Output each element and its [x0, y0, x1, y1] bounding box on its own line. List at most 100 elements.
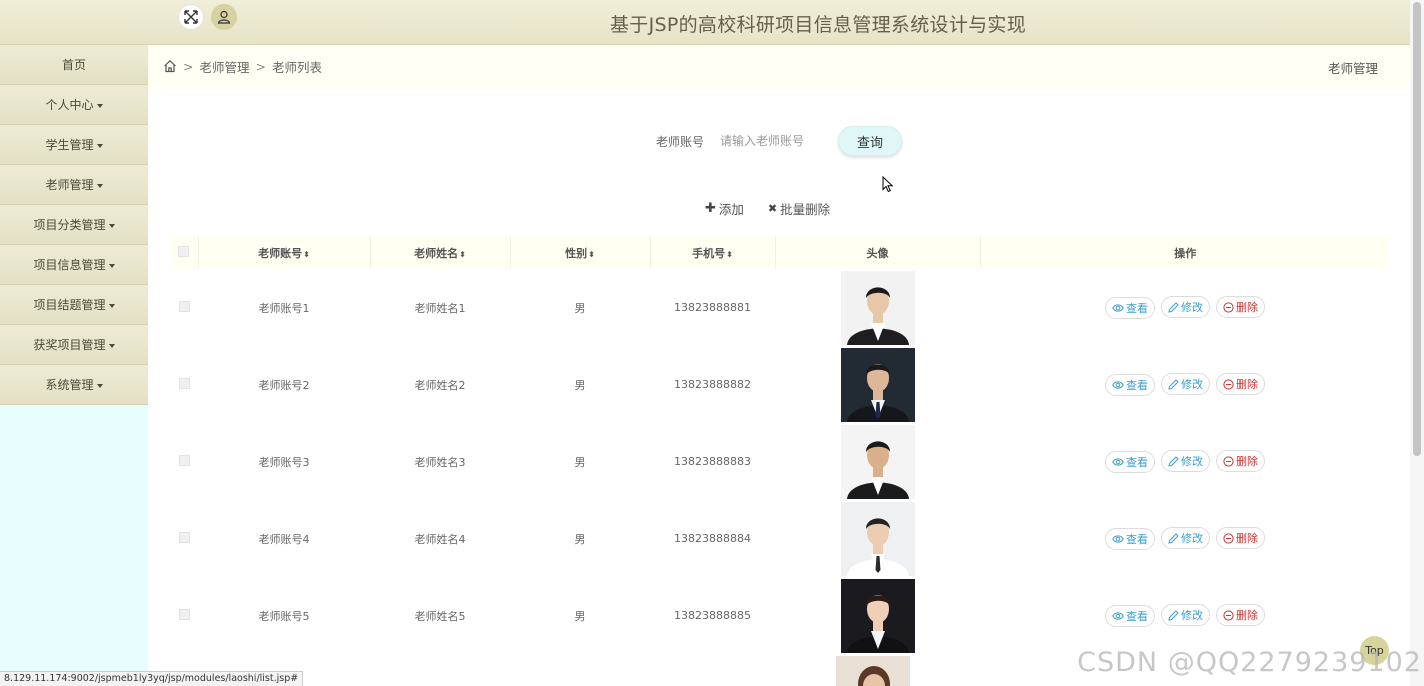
- sort-icon[interactable]: ⬍: [459, 250, 466, 259]
- sidebar-item-home[interactable]: 首页: [0, 45, 148, 85]
- batch-delete-label: 批量删除: [780, 202, 831, 217]
- add-button[interactable]: ✚ 添加: [705, 199, 744, 218]
- sidebar-item-teacher-management[interactable]: 老师管理: [0, 165, 148, 205]
- back-to-top-button[interactable]: Top: [1360, 636, 1389, 665]
- cell-account: 老师账号2: [258, 378, 310, 392]
- avatar: [840, 270, 915, 345]
- cell-name: 老师姓名4: [414, 532, 466, 546]
- caret-down-icon: [96, 183, 103, 188]
- column-header-label: 性别: [565, 246, 588, 260]
- edit-button[interactable]: 修改: [1161, 527, 1210, 550]
- eye-icon: [1112, 535, 1124, 543]
- column-header-gender[interactable]: 性别⬍: [510, 236, 651, 269]
- batch-delete-button[interactable]: ✖ 批量删除: [768, 199, 830, 218]
- eye-icon: [1112, 381, 1124, 389]
- edit-button[interactable]: 修改: [1161, 604, 1210, 627]
- caret-down-icon: [108, 303, 115, 308]
- sidebar-item-project-info[interactable]: 项目信息管理: [0, 245, 148, 285]
- edit-label: 修改: [1181, 455, 1203, 469]
- select-all-header[interactable]: [170, 236, 199, 269]
- row-select-cell[interactable]: [170, 577, 198, 654]
- caret-down-icon: [96, 103, 103, 108]
- delete-button[interactable]: 删除: [1216, 450, 1265, 473]
- sidebar-item-student-management[interactable]: 学生管理: [0, 125, 148, 165]
- select-all-checkbox[interactable]: [178, 245, 190, 257]
- pencil-icon: [1168, 379, 1179, 390]
- view-button[interactable]: 查看: [1105, 604, 1155, 627]
- pencil-icon: [1168, 456, 1179, 467]
- plus-icon: ✚: [705, 201, 716, 216]
- scrollbar-thumb[interactable]: [1413, 2, 1421, 456]
- view-button[interactable]: 查看: [1105, 450, 1155, 473]
- table-row: 老师账号5 老师姓名5 男 13823888885 查看 修改 删除: [170, 577, 1390, 654]
- breadcrumb-level2: 老师列表: [271, 59, 322, 75]
- table-header-row: 老师账号⬍ 老师姓名⬍ 性别⬍ 手机号⬍ 头像 操作: [170, 236, 1390, 269]
- cell-phone: 13823888884: [674, 532, 751, 545]
- action-bar: ✚ 添加 ✖ 批量删除: [705, 199, 830, 218]
- row-select-cell[interactable]: [170, 269, 198, 346]
- breadcrumb-level1[interactable]: 老师管理: [199, 57, 249, 76]
- teacher-table: 老师账号⬍ 老师姓名⬍ 性别⬍ 手机号⬍ 头像 操作 老师账号1 老师姓名1 男 13…: [170, 236, 1390, 654]
- sidebar-item-system-management[interactable]: 系统管理: [0, 365, 148, 405]
- cell-gender: 男: [574, 378, 586, 392]
- cell-gender: 男: [574, 609, 586, 623]
- sidebar-item-label: 项目分类管理: [33, 218, 106, 232]
- sidebar-item-label: 获奖项目管理: [33, 338, 106, 352]
- view-button[interactable]: 查看: [1105, 373, 1155, 396]
- edit-button[interactable]: 修改: [1161, 296, 1210, 319]
- fullscreen-button[interactable]: [178, 4, 204, 30]
- teacher-account-search-input[interactable]: [720, 126, 836, 156]
- sort-icon[interactable]: ⬍: [588, 250, 595, 259]
- row-checkbox[interactable]: [178, 454, 190, 466]
- delete-button[interactable]: 删除: [1216, 527, 1265, 550]
- home-icon[interactable]: [163, 59, 177, 73]
- column-header-phone[interactable]: 手机号⬍: [650, 236, 776, 269]
- cell-ops: 查看 修改 删除: [980, 346, 1390, 423]
- sidebar: 首页 个人中心 学生管理 老师管理 项目分类管理 项目信息管理 项目结题管理 获…: [0, 45, 148, 686]
- table-row: 老师账号1 老师姓名1 男 13823888881 查看 修改 删除: [170, 269, 1390, 346]
- pencil-icon: [1168, 302, 1179, 313]
- edit-label: 修改: [1181, 532, 1203, 546]
- view-label: 查看: [1126, 455, 1148, 469]
- row-select-cell[interactable]: [170, 500, 198, 577]
- query-button[interactable]: 查询: [838, 126, 902, 156]
- eye-icon: [1112, 458, 1124, 466]
- delete-label: 删除: [1236, 532, 1258, 546]
- column-header-label: 手机号: [692, 246, 726, 260]
- cell-ops: 查看 修改 删除: [980, 423, 1390, 500]
- row-select-cell[interactable]: [170, 423, 198, 500]
- expand-icon: [184, 10, 198, 24]
- edit-button[interactable]: 修改: [1161, 373, 1210, 396]
- cell-phone: 13823888883: [674, 455, 751, 468]
- row-checkbox[interactable]: [178, 608, 190, 620]
- column-header-avatar: 头像: [775, 236, 981, 269]
- sidebar-item-label: 个人中心: [45, 98, 94, 112]
- table-row: 老师账号4 老师姓名4 男 13823888884 查看 修改 删除: [170, 500, 1390, 577]
- delete-button[interactable]: 删除: [1216, 604, 1265, 627]
- sidebar-item-personal-center[interactable]: 个人中心: [0, 85, 148, 125]
- column-header-name[interactable]: 老师姓名⬍: [370, 236, 511, 269]
- row-checkbox[interactable]: [178, 300, 190, 312]
- view-button[interactable]: 查看: [1105, 527, 1155, 550]
- user-button[interactable]: [211, 4, 237, 30]
- sidebar-item-awarded-projects[interactable]: 获奖项目管理: [0, 325, 148, 365]
- delete-button[interactable]: 删除: [1216, 373, 1265, 396]
- edit-label: 修改: [1181, 378, 1203, 392]
- row-checkbox[interactable]: [178, 377, 190, 389]
- edit-label: 修改: [1181, 609, 1203, 623]
- sidebar-item-project-category[interactable]: 项目分类管理: [0, 205, 148, 245]
- cell-ops: 查看 修改 删除: [980, 269, 1390, 346]
- view-label: 查看: [1126, 609, 1148, 623]
- column-header-label: 老师账号: [258, 246, 303, 260]
- edit-button[interactable]: 修改: [1161, 450, 1210, 473]
- row-checkbox[interactable]: [178, 531, 190, 543]
- column-header-account[interactable]: 老师账号⬍: [198, 236, 371, 269]
- row-select-cell[interactable]: [170, 346, 198, 423]
- page-scrollbar[interactable]: [1410, 0, 1424, 686]
- delete-button[interactable]: 删除: [1216, 296, 1265, 319]
- view-button[interactable]: 查看: [1105, 296, 1155, 319]
- sort-icon[interactable]: ⬍: [303, 250, 310, 259]
- sidebar-item-project-conclusion[interactable]: 项目结题管理: [0, 285, 148, 325]
- sort-icon[interactable]: ⬍: [726, 250, 733, 259]
- sidebar-item-label: 学生管理: [45, 138, 94, 152]
